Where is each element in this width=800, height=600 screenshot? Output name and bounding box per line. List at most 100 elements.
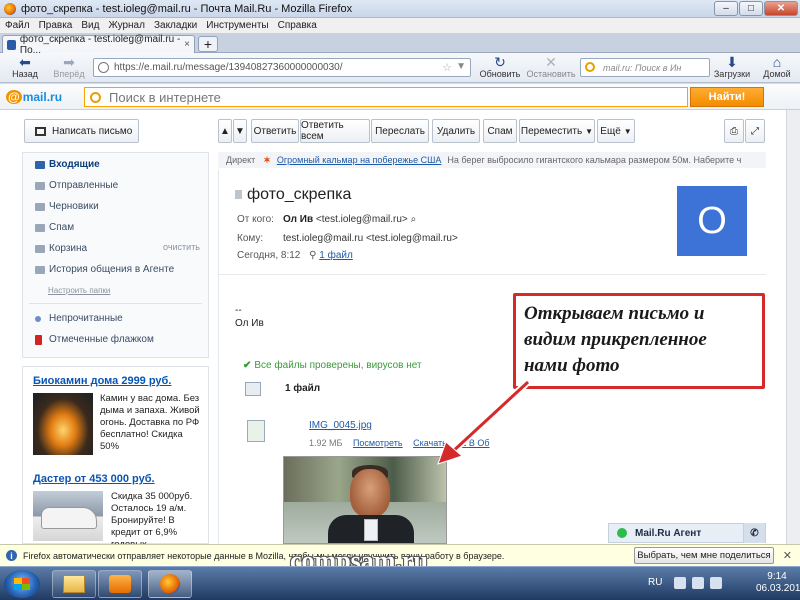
menu-bar: Файл Правка Вид Журнал Закладки Инструме…: [0, 18, 800, 33]
list-view-icon[interactable]: [265, 382, 281, 396]
web-search-input[interactable]: Поиск в интернете: [84, 87, 688, 107]
close-window-button[interactable]: ✕: [764, 1, 798, 16]
forward-button[interactable]: Переслать: [371, 119, 429, 143]
menu-bookmarks[interactable]: Закладки: [154, 20, 197, 31]
direct-link[interactable]: Огромный кальмар на побережье США: [277, 155, 442, 165]
url-text: https://e.mail.ru/message/13940827360000…: [114, 62, 343, 73]
move-dropdown[interactable]: Переместить ▼: [519, 119, 595, 143]
reply-all-button[interactable]: Ответить всем: [300, 119, 370, 143]
ad-title[interactable]: Биокамин дома 2999 руб.: [33, 375, 171, 387]
next-message-button[interactable]: ▼: [233, 119, 247, 143]
url-dropdown-icon[interactable]: ▼: [456, 61, 466, 72]
filter-flagged[interactable]: Отмеченные флажком: [35, 334, 154, 345]
from-value[interactable]: Ол Ив <test.ioleg@mail.ru> ⌕: [283, 214, 416, 225]
stop-button[interactable]: ✕ Остановить: [524, 55, 578, 79]
logo-at-icon: @: [6, 90, 22, 104]
bookmark-star-icon[interactable]: ☆: [442, 61, 452, 74]
folder-divider: [29, 303, 202, 304]
view-attachment-link[interactable]: Посмотреть: [353, 438, 403, 448]
compose-button[interactable]: Написать письмо: [24, 119, 139, 143]
filter-unread[interactable]: Непрочитанные: [35, 313, 123, 324]
page-scrollbar[interactable]: [786, 110, 800, 544]
spam-button[interactable]: Спам: [483, 119, 517, 143]
language-indicator[interactable]: RU: [648, 577, 662, 588]
back-button[interactable]: ⬅ Назад: [8, 55, 42, 79]
setup-folders-link[interactable]: Настроить папки: [48, 286, 110, 295]
folder-list: Входящие Отправленные Черновики Спам Кор…: [22, 152, 209, 358]
menu-tools[interactable]: Инструменты: [206, 20, 268, 31]
mailru-logo[interactable]: @ mail.ru: [6, 90, 62, 104]
tab-close-icon[interactable]: ×: [184, 39, 190, 50]
virus-check-text: Все файлы проверены, вирусов нет: [254, 360, 422, 371]
image-file-icon[interactable]: [247, 420, 265, 442]
windows-taskbar: RU 9:14 06.03.2014: [0, 566, 800, 600]
taskbar-firefox[interactable]: [148, 570, 192, 598]
menu-file[interactable]: Файл: [5, 20, 30, 31]
clock[interactable]: 9:14 06.03.2014: [756, 571, 800, 595]
menu-help[interactable]: Справка: [278, 20, 317, 31]
browser-search-input[interactable]: mail.ru: Поиск в Ин: [580, 58, 710, 77]
delete-button[interactable]: Удалить: [432, 119, 480, 143]
minimize-button[interactable]: –: [714, 1, 738, 16]
folder-drafts[interactable]: Черновики: [35, 201, 99, 212]
date-row: Сегодня, 8:12 ⚲ 1 файл: [237, 250, 353, 261]
search-icon: [90, 92, 101, 103]
prev-message-button[interactable]: ▲: [218, 119, 232, 143]
expand-button[interactable]: ⤢: [745, 119, 765, 143]
forward-label: Вперёд: [53, 69, 85, 79]
notification-close-icon[interactable]: ✕: [783, 549, 792, 562]
annotation-arrow: [437, 379, 531, 465]
to-value[interactable]: test.ioleg@mail.ru <test.ioleg@mail.ru>: [283, 233, 458, 244]
maximize-button[interactable]: □: [739, 1, 763, 16]
flag-icon[interactable]: [235, 190, 242, 199]
stop-icon: ✕: [545, 54, 557, 70]
choose-share-button[interactable]: Выбрать, чем мне поделиться: [634, 547, 774, 564]
drafts-icon: [35, 202, 45, 211]
forward-button[interactable]: ➡ Вперёд: [50, 55, 88, 79]
folder-label: Отправленные: [49, 180, 119, 191]
folder-spam[interactable]: Спам: [35, 222, 74, 233]
find-button[interactable]: Найти!: [690, 87, 764, 107]
taskbar-media-player[interactable]: [98, 570, 142, 598]
menu-history[interactable]: Журнал: [108, 20, 145, 31]
attachment-photo-preview[interactable]: [283, 456, 447, 544]
mailru-agent-bar[interactable]: Mail.Ru Агент ✆: [608, 523, 766, 543]
folder-trash[interactable]: Корзина: [35, 243, 87, 254]
folder-sent[interactable]: Отправленные: [35, 180, 118, 191]
tab-bar: фото_скрепка - test.ioleg@mail.ru - По..…: [0, 33, 800, 56]
grid-view-icon[interactable]: [245, 382, 261, 396]
trash-icon: [35, 244, 45, 253]
reply-button[interactable]: Ответить: [251, 119, 299, 143]
home-button[interactable]: ⌂ Домой: [758, 55, 796, 79]
volume-icon[interactable]: [710, 577, 722, 589]
reload-button[interactable]: ↻ Обновить: [476, 55, 524, 79]
ad-title[interactable]: Дастер от 453 000 руб.: [33, 473, 155, 485]
menu-edit[interactable]: Правка: [39, 20, 73, 31]
action-center-icon[interactable]: [674, 577, 686, 589]
start-button[interactable]: [4, 570, 40, 598]
fireplace-image[interactable]: [33, 393, 93, 455]
more-dropdown[interactable]: Ещё ▼: [597, 119, 635, 143]
files-link[interactable]: 1 файл: [319, 250, 353, 261]
folder-agent-history[interactable]: История общения в Агенте: [35, 264, 174, 275]
message-body: -- Ол Ив: [235, 304, 264, 330]
clear-trash-link[interactable]: очистить: [163, 242, 200, 252]
url-bar[interactable]: https://e.mail.ru/message/13940827360000…: [93, 58, 471, 77]
folder-inbox[interactable]: Входящие: [35, 159, 100, 170]
menu-view[interactable]: Вид: [81, 20, 99, 31]
phone-icon[interactable]: ✆: [743, 523, 765, 543]
attachment-name[interactable]: IMG_0045.jpg: [309, 420, 372, 431]
ad-text: Скидка 35 000руб. Осталось 19 а/м. Брони…: [111, 491, 193, 550]
window-controls: – □ ✕: [713, 1, 798, 16]
new-tab-button[interactable]: +: [198, 36, 218, 52]
search-icon[interactable]: ⌕: [411, 214, 417, 225]
compose-icon: [35, 126, 46, 136]
downloads-button[interactable]: ⬇ Загрузки: [712, 55, 752, 79]
back-label: Назад: [12, 69, 38, 79]
print-button[interactable]: ⎙: [724, 119, 744, 143]
tab-mail[interactable]: фото_скрепка - test.ioleg@mail.ru - По..…: [2, 34, 195, 56]
network-icon[interactable]: [692, 577, 704, 589]
taskbar-explorer[interactable]: [52, 570, 96, 598]
arrow-shaft: [448, 380, 530, 456]
car-image[interactable]: [33, 491, 103, 541]
